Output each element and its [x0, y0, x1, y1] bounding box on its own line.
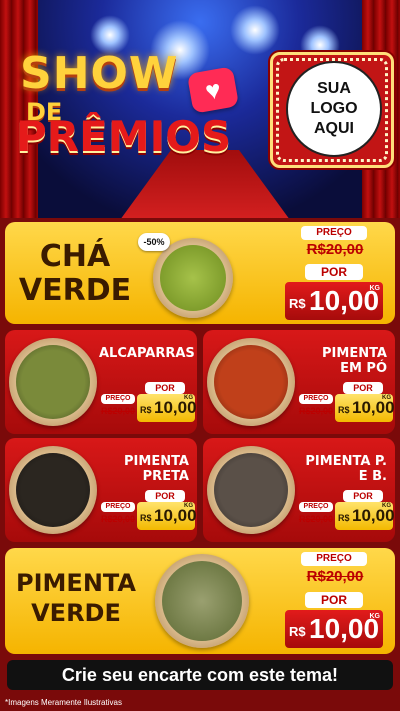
por-label: POR [145, 490, 185, 502]
product-image [207, 446, 295, 534]
old-price: R$20,00 [306, 568, 364, 585]
product-card: ALCAPARRAS POR PREÇO R$20,00 R$ 10,00 KG [5, 330, 197, 434]
logo-circle: SUA LOGO AQUI [286, 61, 382, 157]
product-image [9, 338, 97, 426]
product-fill [214, 345, 288, 419]
unit: KG [369, 285, 381, 292]
product-card: PIMENTA PRETA POR PREÇO R$20,00 R$ 10,00… [5, 438, 197, 542]
unit: KG [382, 395, 391, 401]
unit: KG [184, 395, 193, 401]
product-name: PIMENTA VERDE [5, 568, 147, 628]
featured-pimenta-verde: PIMENTA VERDE PREÇO R$20,00 POR R$ 10,00… [5, 548, 395, 654]
name-line-1: CHÁ [39, 239, 111, 274]
price-value: 10,00 [352, 398, 395, 417]
old-price: R$20,00 [298, 406, 334, 416]
currency: R$ [289, 624, 306, 639]
name-line-1: PIMENTA [16, 569, 136, 597]
cta-banner[interactable]: Crie seu encarte com este tema! [7, 660, 393, 690]
product-fill [16, 345, 90, 419]
preco-label: PREÇO [301, 552, 367, 566]
new-price: R$ 10,00 KG [335, 394, 395, 422]
logo-text-3: AQUI [314, 120, 354, 137]
name-line-2: VERDE [18, 273, 132, 308]
currency: R$ [140, 405, 152, 415]
por-label: POR [305, 592, 363, 608]
preco-label: PREÇO [101, 394, 135, 404]
logo-text-2: LOGO [310, 100, 358, 117]
hero-banner: SHOW DE PRÊMIOS ♥ SUA LOGO AQUI [0, 0, 400, 218]
discount-badge: -50% [138, 233, 170, 251]
title-show: SHOW [20, 48, 179, 99]
preco-label: PREÇO [299, 502, 333, 512]
por-label: POR [305, 264, 363, 280]
product-name: ALCAPARRAS [99, 346, 195, 361]
old-price: R$20,00 [100, 406, 136, 416]
por-label: POR [145, 382, 185, 394]
title-premios: PRÊMIOS [16, 112, 232, 161]
por-label: POR [343, 490, 383, 502]
new-price: R$ 10,00 KG [137, 394, 197, 422]
por-label: POR [343, 382, 383, 394]
product-fill [16, 453, 90, 527]
unit: KG [382, 503, 391, 509]
product-image [207, 338, 295, 426]
new-price: R$ 10,00 KG [285, 610, 383, 648]
new-price: R$ 10,00 KG [137, 502, 197, 530]
old-price: R$20,00 [298, 514, 334, 524]
currency: R$ [338, 513, 350, 523]
unit: KG [369, 613, 381, 620]
price-value: 10,00 [154, 398, 197, 417]
product-card: PIMENTA EM PÓ POR PREÇO R$20,00 R$ 10,00… [203, 330, 395, 434]
product-name: PIMENTA EM PÓ [322, 346, 387, 376]
logo-text-1: SUA [317, 80, 351, 97]
currency: R$ [338, 405, 350, 415]
price-value: 10,00 [352, 506, 395, 525]
product-name: PIMENTA PRETA [124, 454, 189, 484]
product-card: PIMENTA P. E B. POR PREÇO R$20,00 R$ 10,… [203, 438, 395, 542]
unit: KG [184, 503, 193, 509]
preco-label: PREÇO [301, 226, 367, 240]
preco-label: PREÇO [299, 394, 333, 404]
old-price: R$20,00 [100, 514, 136, 524]
old-price: R$20,00 [306, 241, 364, 258]
tea-powder [160, 245, 226, 311]
green-peppercorns [162, 561, 242, 641]
price-value: 10,00 [154, 506, 197, 525]
heart-icon: ♥ [186, 66, 240, 114]
product-image [155, 554, 249, 648]
product-image [9, 446, 97, 534]
preco-label: PREÇO [101, 502, 135, 512]
name-line-2: VERDE [31, 599, 121, 627]
product-name: PIMENTA P. E B. [305, 454, 387, 484]
product-fill [214, 453, 288, 527]
featured-cha-verde: CHÁ VERDE PREÇO R$20,00 POR R$ 10,00 KG [5, 222, 395, 324]
currency: R$ [289, 296, 306, 311]
product-name: CHÁ VERDE [15, 240, 135, 308]
new-price: R$ 10,00 KG [335, 502, 395, 530]
logo-placeholder: SUA LOGO AQUI [270, 52, 394, 168]
disclaimer: *Imagens Meramente Ilustrativas [5, 698, 122, 707]
new-price: R$ 10,00 KG [285, 282, 383, 320]
currency: R$ [140, 513, 152, 523]
